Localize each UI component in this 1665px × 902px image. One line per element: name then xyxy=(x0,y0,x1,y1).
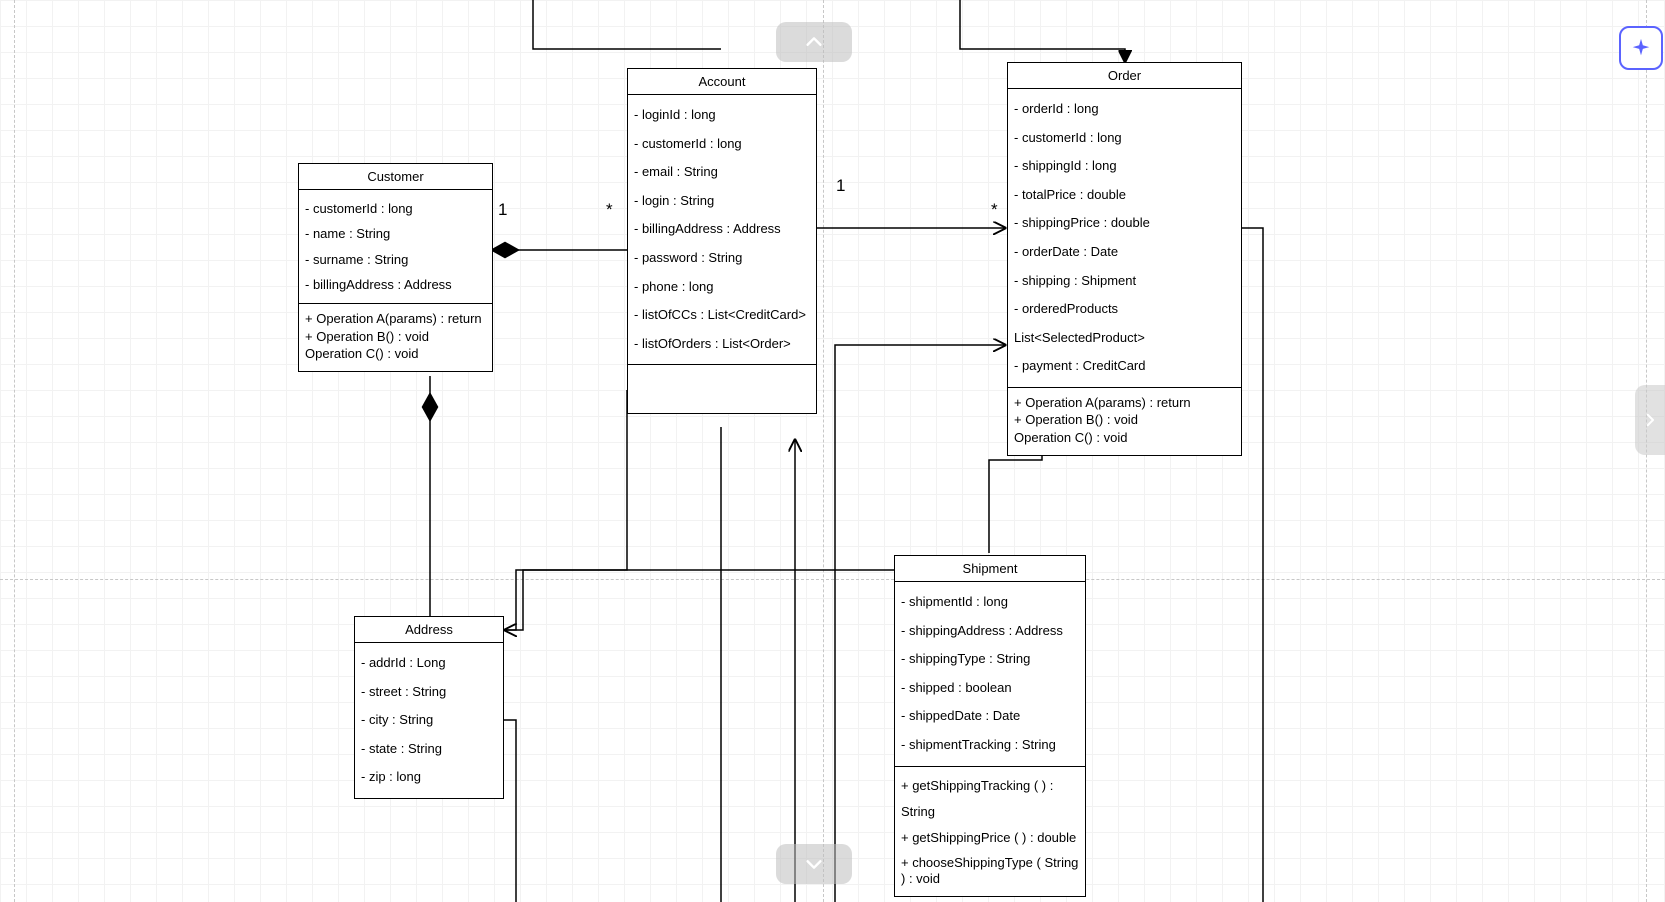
attr-row: - shippingPrice : double xyxy=(1014,209,1235,238)
class-address[interactable]: Address - addrId : Long - street : Strin… xyxy=(354,616,504,799)
attr-row: - customerId : long xyxy=(1014,124,1235,153)
multiplicity-order-star: * xyxy=(991,200,998,220)
class-order-name: Order xyxy=(1008,63,1241,89)
class-order-attrs: - orderId : long - customerId : long - s… xyxy=(1008,89,1241,387)
attr-row: - phone : long xyxy=(634,273,810,302)
class-account-ops xyxy=(628,364,816,413)
attr-row: - shippingId : long xyxy=(1014,152,1235,181)
attr-row: - shipped : boolean xyxy=(901,674,1079,703)
multiplicity-customer-1: 1 xyxy=(498,200,507,220)
attr-row: - billingAddress : Address xyxy=(634,215,810,244)
class-address-attrs: - addrId : Long - street : String - city… xyxy=(355,643,503,798)
attr-row: - customerId : long xyxy=(634,130,810,159)
multiplicity-account-1: 1 xyxy=(836,176,845,196)
attr-row: - name : String xyxy=(305,221,486,246)
class-customer[interactable]: Customer - customerId : long - name : St… xyxy=(298,163,493,372)
attr-row: - orderedProducts List<SelectedProduct> xyxy=(1014,295,1235,352)
class-address-name: Address xyxy=(355,617,503,643)
attr-row: - password : String xyxy=(634,244,810,273)
attr-row: - street : String xyxy=(361,678,497,707)
pan-down-button[interactable] xyxy=(776,844,852,884)
sparkle-icon xyxy=(1630,37,1652,59)
class-shipment-ops: + getShippingTracking ( ) : String + get… xyxy=(895,766,1085,897)
class-shipment-name: Shipment xyxy=(895,556,1085,582)
op-row: + Operation A(params) : return xyxy=(1014,394,1235,412)
op-row: + Operation B() : void xyxy=(305,328,486,346)
attr-row: - surname : String xyxy=(305,247,486,272)
attr-row: - shippingType : String xyxy=(901,645,1079,674)
attr-row: - shipping : Shipment xyxy=(1014,267,1235,296)
attr-row: - orderDate : Date xyxy=(1014,238,1235,267)
attr-row: - email : String xyxy=(634,158,810,187)
class-customer-ops: + Operation A(params) : return + Operati… xyxy=(299,303,492,371)
op-row: + chooseShippingType ( String ) : void xyxy=(901,851,1079,889)
vertical-guide-left xyxy=(14,0,15,902)
op-row: + getShippingTracking ( ) : String xyxy=(901,773,1079,825)
attr-row: - customerId : long xyxy=(305,196,486,221)
multiplicity-account-star: * xyxy=(606,200,613,220)
vertical-guide-center xyxy=(823,0,824,902)
attr-row: - listOfCCs : List<CreditCard> xyxy=(634,301,810,330)
class-account-attrs: - loginId : long - customerId : long - e… xyxy=(628,95,816,364)
attr-row: - shipmentId : long xyxy=(901,588,1079,617)
op-row: + Operation B() : void xyxy=(1014,411,1235,429)
op-row: Operation C() : void xyxy=(1014,429,1235,447)
pan-up-button[interactable] xyxy=(776,22,852,62)
class-order-ops: + Operation A(params) : return + Operati… xyxy=(1008,387,1241,455)
attr-row: - shippedDate : Date xyxy=(901,702,1079,731)
chevron-right-icon xyxy=(1641,411,1659,429)
op-row: + getShippingPrice ( ) : double xyxy=(901,825,1079,851)
class-shipment[interactable]: Shipment - shipmentId : long - shippingA… xyxy=(894,555,1086,897)
attr-row: - city : String xyxy=(361,706,497,735)
class-order[interactable]: Order - orderId : long - customerId : lo… xyxy=(1007,62,1242,456)
attr-row: - zip : long xyxy=(361,763,497,792)
attr-row: - payment : CreditCard xyxy=(1014,352,1235,381)
attr-row: - login : String xyxy=(634,187,810,216)
class-account-name: Account xyxy=(628,69,816,95)
attr-row: - listOfOrders : List<Order> xyxy=(634,330,810,359)
attr-row: - shipmentTracking : String xyxy=(901,731,1079,760)
diagram-canvas[interactable]: 1 * 1 * Customer - customerId : long - n… xyxy=(0,0,1665,902)
connector-layer xyxy=(0,0,1665,902)
attr-row: - loginId : long xyxy=(634,101,810,130)
chevron-up-icon xyxy=(803,31,825,53)
attr-row: - orderId : long xyxy=(1014,95,1235,124)
class-account[interactable]: Account - loginId : long - customerId : … xyxy=(627,68,817,414)
attr-row: - totalPrice : double xyxy=(1014,181,1235,210)
class-customer-name: Customer xyxy=(299,164,492,190)
attr-row: - shippingAddress : Address xyxy=(901,617,1079,646)
class-customer-attrs: - customerId : long - name : String - su… xyxy=(299,190,492,303)
horizontal-guide xyxy=(0,579,1665,580)
attr-row: - addrId : Long xyxy=(361,649,497,678)
op-row: + Operation A(params) : return xyxy=(305,310,486,328)
chevron-down-icon xyxy=(803,853,825,875)
op-row: Operation C() : void xyxy=(305,345,486,363)
ai-assist-button[interactable] xyxy=(1619,26,1663,70)
attr-row: - state : String xyxy=(361,735,497,764)
class-shipment-attrs: - shipmentId : long - shippingAddress : … xyxy=(895,582,1085,766)
pan-right-button[interactable] xyxy=(1635,385,1665,455)
attr-row: - billingAddress : Address xyxy=(305,272,486,297)
